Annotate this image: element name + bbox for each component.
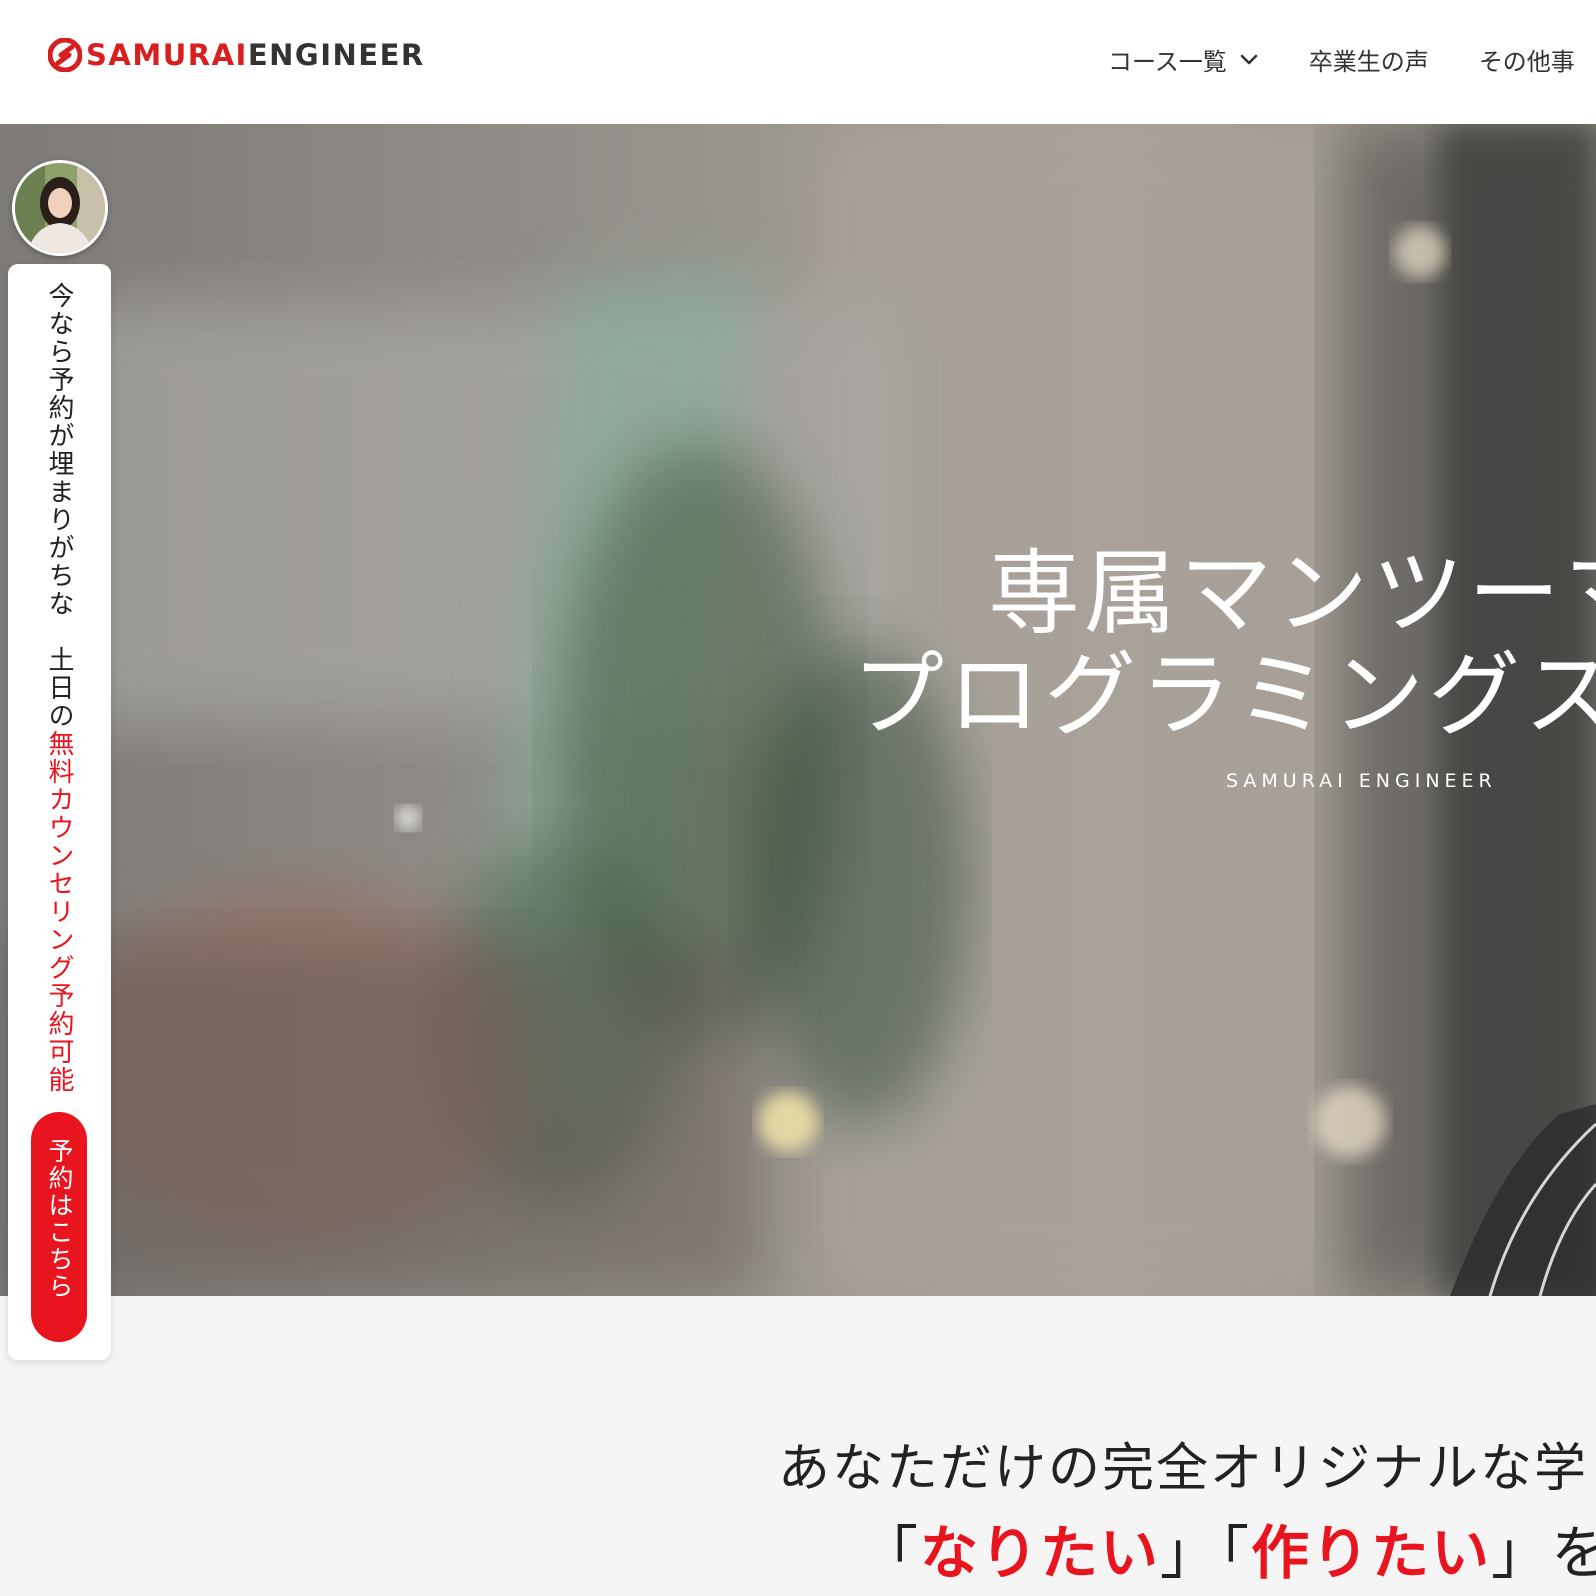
quote-close: 」 — [1491, 1519, 1552, 1587]
site-logo[interactable]: SAMURAIENGINEER — [48, 38, 425, 72]
quote-open: 「 — [1220, 1519, 1252, 1587]
logo-text-engineer: ENGINEER — [247, 38, 425, 72]
accent-tsukuritai: 作りたい — [1251, 1519, 1492, 1587]
hero-headline-line2: プログラミングス — [852, 642, 1596, 749]
nav-item-testimonials[interactable]: 卒業生の声 — [1309, 42, 1429, 77]
chevron-down-icon — [1240, 54, 1258, 64]
hero-copy: 専属マンツーマ プログラミングス SAMURAI ENGINEER — [0, 124, 1596, 1296]
hero-headline-line1: 専属マンツーマ — [988, 540, 1596, 647]
lead-heading-line1: あなただけの完全オリジナルな学 — [778, 1439, 1589, 1499]
hero-section: 専属マンツーマ プログラミングス SAMURAI ENGINEER — [0, 124, 1596, 1296]
reserve-button-label: 予約はこちら — [45, 1138, 74, 1300]
nav-item-courses[interactable]: コース一覧 — [1108, 42, 1259, 77]
nav-item-label: コース一覧 — [1108, 48, 1227, 76]
nav-item-label: その他事 — [1478, 48, 1575, 76]
nav-item-label: 卒業生の声 — [1308, 48, 1429, 76]
samurai-logo-icon — [48, 38, 82, 72]
lead-tail: を — [1551, 1519, 1596, 1587]
lead-heading-line2: 「なりたい」「作りたい」を — [860, 1506, 1596, 1590]
side-cta-card: 今なら予約が埋まりがちな 土日の無料カウンセリング予約可能 予約はこちら — [8, 264, 111, 1360]
side-cta-text-part1: 今なら予約が埋まりがちな 土日の — [44, 282, 74, 730]
quote-open: 「 — [860, 1519, 921, 1587]
logo-text-samurai: SAMURAI — [86, 38, 248, 72]
side-cta-text-part2: 無料カウンセリング予約可能 — [44, 730, 74, 1094]
reserve-button[interactable]: 予約はこちら — [31, 1112, 87, 1342]
counselor-avatar[interactable] — [12, 160, 108, 256]
side-cta-text: 今なら予約が埋まりがちな 土日の無料カウンセリング予約可能 — [39, 282, 79, 1102]
counselor-photo — [15, 163, 105, 253]
main-nav: コース一覧 卒業生の声 その他事 — [1108, 42, 1596, 77]
accent-naritai: なりたい — [920, 1519, 1161, 1587]
hero-subtitle: SAMURAI ENGINEER — [1226, 770, 1497, 792]
nav-item-other[interactable]: その他事 — [1479, 42, 1575, 77]
quote-close: 」 — [1160, 1519, 1221, 1587]
logo-text: SAMURAIENGINEER — [86, 38, 425, 72]
lead-section: あなただけの完全オリジナルな学 「なりたい」「作りたい」を — [0, 1296, 1596, 1596]
page: SAMURAIENGINEER コース一覧 卒業生の声 その他事 専属マンツーマ… — [0, 0, 1596, 1596]
site-header: SAMURAIENGINEER コース一覧 卒業生の声 その他事 — [0, 0, 1596, 124]
